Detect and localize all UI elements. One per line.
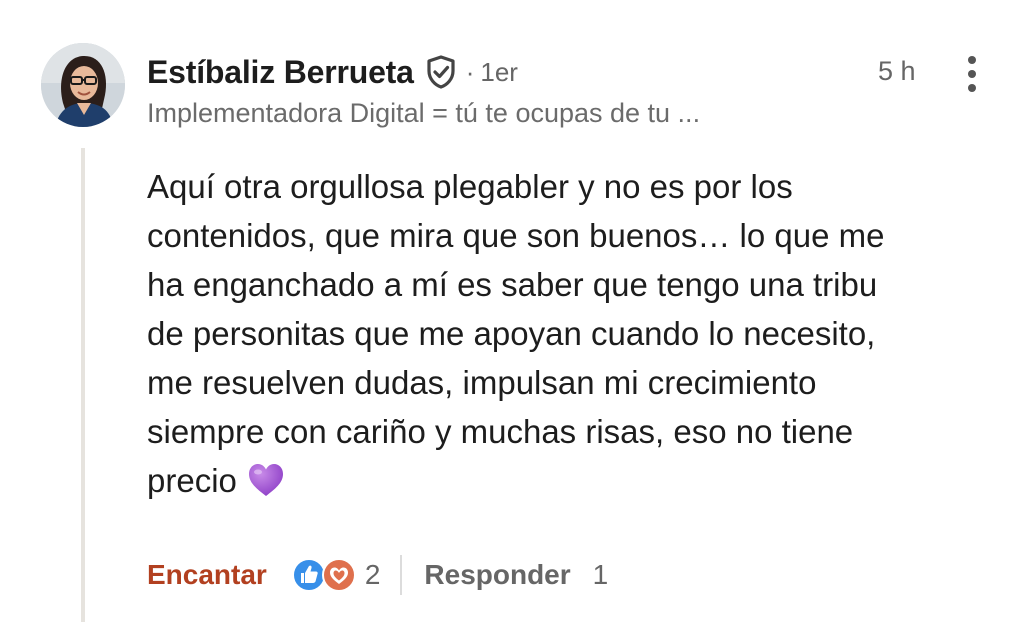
comment-text: Aquí otra orgullosa plegabler y no es po… xyxy=(147,168,885,499)
separator-dot: · xyxy=(465,56,475,87)
react-button[interactable]: Encantar xyxy=(147,559,267,591)
avatar[interactable] xyxy=(41,43,125,127)
author-name[interactable]: Estíbaliz Berrueta xyxy=(147,54,414,91)
connection-degree: 1er xyxy=(480,56,518,87)
comment-body: Aquí otra orgullosa plegabler y no es po… xyxy=(147,162,977,505)
reply-count[interactable]: 1 xyxy=(593,559,609,591)
love-icon xyxy=(321,557,357,593)
actions-divider xyxy=(400,555,403,595)
reply-button[interactable]: Responder xyxy=(424,559,570,591)
verified-shield-icon xyxy=(424,55,458,89)
timestamp: 5 h xyxy=(878,56,916,86)
comment-actions: Encantar 2 Responder 1 xyxy=(147,553,608,597)
more-options-icon[interactable] xyxy=(962,54,982,94)
author-headline: Implementadora Digital = tú te ocupas de… xyxy=(147,98,701,128)
comment-card: Estíbaliz Berrueta · 1er 5 h Implementad… xyxy=(0,0,1024,622)
reactions-summary[interactable] xyxy=(291,557,361,593)
reaction-count[interactable]: 2 xyxy=(365,559,381,591)
thread-line xyxy=(81,148,85,622)
purple-heart-emoji xyxy=(247,462,285,498)
